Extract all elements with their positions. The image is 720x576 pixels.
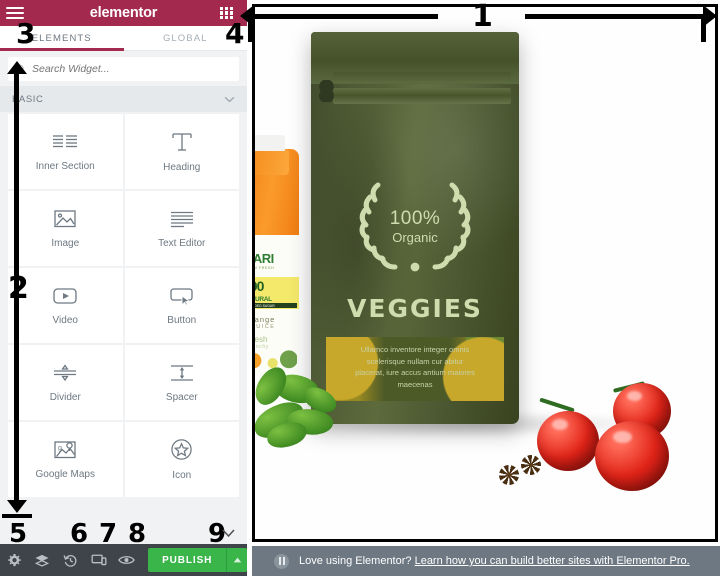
widget-label: Google Maps — [35, 469, 95, 480]
widget-label: Spacer — [165, 391, 198, 403]
widget-label: Inner Section — [35, 160, 95, 172]
basil-leaves-image — [255, 359, 369, 479]
annotation-1-line-left — [248, 14, 438, 19]
publish-dropdown[interactable] — [226, 548, 247, 572]
image-icon — [54, 210, 76, 228]
inner-section-icon — [53, 134, 78, 147]
annotation-1-tick-left — [248, 14, 253, 42]
annotation-2-baseline — [2, 514, 32, 518]
panel-header: elementor — [0, 0, 247, 26]
annotation-number-6: 6 — [70, 519, 89, 549]
video-play-icon — [53, 287, 77, 304]
organic-badge: 100% Organic — [311, 178, 519, 286]
widget-divider[interactable]: Divider — [8, 345, 123, 420]
widget-label: Divider — [49, 391, 81, 403]
star-anise — [497, 463, 521, 487]
widget-icon[interactable]: Icon — [124, 422, 239, 497]
annotation-number-2: 2 — [8, 271, 29, 306]
annotation-number-5: 5 — [9, 519, 28, 549]
bottle-flavour: orange — [255, 315, 276, 324]
text-lines-icon — [170, 211, 193, 227]
elementor-logo: elementor — [89, 5, 158, 21]
layers-icon — [35, 554, 50, 567]
widget-text-editor[interactable]: Text Editor — [124, 191, 239, 266]
elementor-pro-notice: Love using Elementor? Learn how you can … — [252, 546, 720, 576]
divider-icon — [54, 363, 77, 381]
annotation-2-arrow-down — [7, 500, 27, 513]
badge-percent: 100% — [546, 243, 590, 260]
elementor-badge-icon — [274, 553, 289, 569]
tomatoes-image — [497, 377, 715, 517]
search-box[interactable] — [8, 57, 239, 81]
search-area — [0, 51, 247, 86]
annotation-number-1: 1 — [472, 0, 493, 34]
spacer-icon — [170, 364, 193, 381]
widget-label: Button — [167, 314, 197, 326]
bottle-brand: KARI — [255, 251, 274, 266]
annotation-1-line-right — [525, 14, 706, 19]
elementor-editor: elementor ELEMENTS GLOBAL BASIC — [0, 0, 720, 576]
widget-panel: elementor ELEMENTS GLOBAL BASIC — [0, 0, 247, 544]
annotation-number-7: 7 — [99, 519, 118, 549]
bottle-claim-word: NATURAL — [255, 296, 272, 303]
search-input[interactable] — [32, 63, 231, 75]
elementor-pro-link[interactable]: Learn how you can build better sites wit… — [415, 555, 690, 567]
history-clock-icon — [63, 554, 77, 567]
laurel-wreath-icon — [521, 221, 615, 305]
annotation-1-tick-right — [701, 14, 706, 42]
annotation-9-chevron — [222, 529, 235, 538]
eye-icon — [118, 556, 136, 564]
canvas-preview-area[interactable]: KARI FARM FRESH 100 NATURAL NO ADDED SUG… — [252, 4, 718, 542]
widget-image[interactable]: Image — [8, 191, 123, 266]
badge-percent: 100% — [389, 208, 441, 229]
google-maps-icon: g — [54, 441, 76, 459]
bottle-claim-number: 100 — [255, 278, 264, 294]
navigator-tool[interactable] — [28, 544, 56, 576]
heading-t-icon — [172, 132, 192, 151]
section-header-basic[interactable]: BASIC — [0, 86, 247, 112]
widget-label: Heading — [163, 161, 201, 173]
widget-label: Icon — [172, 470, 192, 481]
star-circle-icon — [171, 439, 192, 460]
annotation-number-8: 8 — [128, 519, 147, 549]
panel-tabs: ELEMENTS GLOBAL — [0, 26, 247, 51]
publish-button[interactable]: PUBLISH — [148, 548, 227, 572]
chevron-up-icon — [233, 557, 241, 563]
badge-word: Organic — [392, 230, 438, 245]
widget-label: Image — [51, 238, 80, 249]
responsive-device-icon — [91, 554, 107, 566]
bottle-tagline: Fresh — [255, 335, 268, 344]
widget-spacer[interactable]: Spacer — [124, 345, 239, 420]
widget-list: Inner Section Heading Image Text Editor … — [0, 112, 247, 544]
gear-icon — [7, 553, 21, 566]
bottle-brand-sub: FARM FRESH — [255, 266, 275, 270]
annotation-number-3: 3 — [16, 17, 36, 50]
chevron-down-icon[interactable] — [224, 96, 235, 103]
notice-text: Love using Elementor? Learn how you can … — [299, 555, 690, 567]
svg-text:g: g — [58, 445, 62, 452]
bottle-claim-note: NO ADDED SUGAR — [255, 303, 297, 308]
button-cursor-icon — [170, 287, 193, 306]
juice-bottle-image: KARI FARM FRESH 100 NATURAL NO ADDED SUG… — [255, 135, 299, 375]
badge-word: Organic — [548, 262, 588, 274]
notice-text-before: Love using Elementor? — [299, 555, 412, 567]
widget-heading[interactable]: Heading — [124, 114, 239, 189]
annotation-number-4: 4 — [225, 17, 245, 50]
annotation-2-arrow-up — [7, 61, 27, 74]
product-label-text: Ullamco inventore integer omnis sceleris… — [355, 345, 475, 389]
widget-button[interactable]: Button — [124, 268, 239, 343]
widget-inner-section[interactable]: Inner Section — [8, 114, 123, 189]
widget-label: Video — [52, 314, 78, 326]
widget-label: Text Editor — [158, 237, 206, 249]
page-content-stage: KARI FARM FRESH 100 NATURAL NO ADDED SUG… — [255, 7, 715, 539]
widget-google-maps[interactable]: g Google Maps — [8, 422, 123, 497]
product-name: VEGGIES — [347, 294, 483, 323]
bottle-flavour-sub: JUICE — [255, 324, 276, 330]
